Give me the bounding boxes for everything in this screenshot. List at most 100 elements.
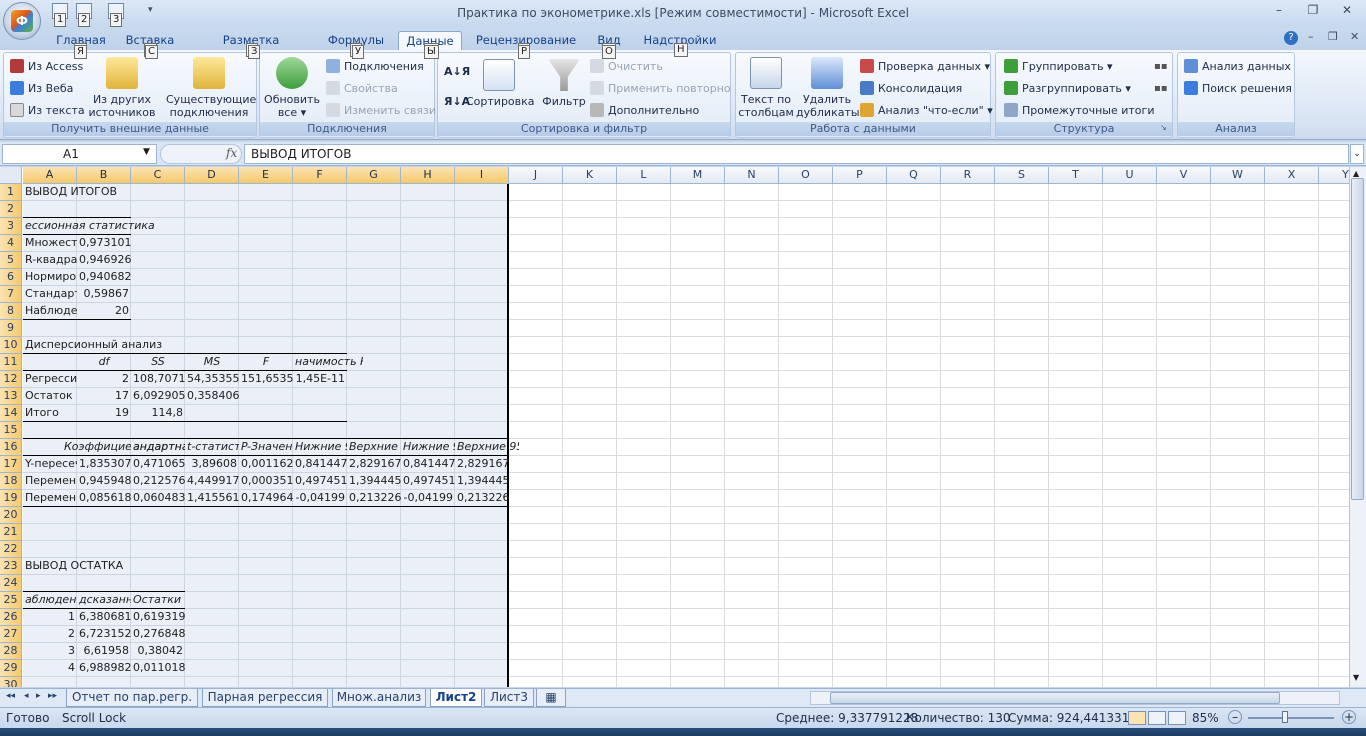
cell-b27[interactable]: 6,723152 xyxy=(77,626,131,643)
row-header[interactable]: 13 xyxy=(0,388,22,405)
cell-c29[interactable]: 0,011018 xyxy=(131,660,185,677)
show-detail-icon[interactable]: ▪▪ xyxy=(1154,61,1168,72)
cell-e18[interactable]: 0,000351 xyxy=(239,473,293,490)
insert-function-icon[interactable]: fx xyxy=(226,146,237,160)
from-web-button[interactable]: Из Веба xyxy=(10,81,73,95)
cell-a10[interactable]: Дисперсионный анализ xyxy=(23,337,223,354)
sheet-tab-list2[interactable]: Лист2 xyxy=(430,689,482,707)
insert-sheet-icon[interactable]: ▦ xyxy=(536,689,566,707)
cell-c26[interactable]: 0,619319 xyxy=(131,609,185,626)
column-header[interactable]: V xyxy=(1157,167,1211,184)
column-header[interactable]: X xyxy=(1265,167,1319,184)
cell-a4[interactable]: Множеств xyxy=(23,235,77,252)
name-box[interactable]: A1 xyxy=(2,144,157,164)
cell-a12[interactable]: Регрессия xyxy=(23,371,77,388)
cell-f16[interactable]: Нижние 95% xyxy=(293,439,347,456)
cell-a19[interactable]: Перемен xyxy=(23,490,77,507)
clear-button[interactable]: Очистить xyxy=(590,59,663,73)
row-header[interactable]: 20 xyxy=(0,507,22,524)
row-header[interactable]: 2 xyxy=(0,201,22,218)
cell-c13[interactable]: 6,092905 xyxy=(131,388,185,405)
cell-d18[interactable]: 4,449917 xyxy=(185,473,239,490)
column-header[interactable]: H xyxy=(401,167,455,184)
doc-close-icon[interactable]: ✕ xyxy=(1350,30,1359,43)
column-header[interactable]: B xyxy=(77,167,131,184)
cell-f11[interactable]: начимость F xyxy=(293,354,363,371)
cell-h16[interactable]: Нижние 95,0% xyxy=(401,439,455,456)
cell-a7[interactable]: Стандарт xyxy=(23,286,77,303)
scroll-down-icon[interactable]: ▼ xyxy=(1353,673,1359,682)
cell-c16-b[interactable]: андартная ошибка xyxy=(131,439,185,456)
cell-a29[interactable]: 4 xyxy=(23,660,77,677)
row-header[interactable]: 12 xyxy=(0,371,22,388)
cell-b12[interactable]: 2 xyxy=(77,371,131,388)
restore-button[interactable]: ❐ xyxy=(1300,3,1326,21)
edit-links-button[interactable]: Изменить связи xyxy=(326,103,436,117)
group-button[interactable]: Группировать ▾ xyxy=(1004,59,1113,73)
row-header[interactable]: 16 xyxy=(0,439,22,456)
cell-b25[interactable]: дсказанное xyxy=(77,592,131,609)
cell-b29[interactable]: 6,988982 xyxy=(77,660,131,677)
zoom-in-icon[interactable]: + xyxy=(1342,710,1356,724)
office-button[interactable]: Ф xyxy=(3,2,41,40)
column-header[interactable]: D xyxy=(185,167,239,184)
cell-c11[interactable]: SS xyxy=(131,354,185,371)
cell-b19[interactable]: 0,085618 xyxy=(77,490,131,507)
cell-e16[interactable]: P-Значение xyxy=(239,439,293,456)
prev-sheet-icon[interactable]: ◂ xyxy=(24,691,29,701)
row-header[interactable]: 19 xyxy=(0,490,22,507)
cell-a13[interactable]: Остаток xyxy=(23,388,77,405)
what-if-button[interactable]: Анализ "что-если" ▾ xyxy=(860,103,993,117)
column-header[interactable]: Q xyxy=(887,167,941,184)
dialog-launcher-icon[interactable]: ↘ xyxy=(1160,123,1167,132)
cell-a26[interactable]: 1 xyxy=(23,609,77,626)
vertical-scroll-thumb[interactable] xyxy=(1351,178,1364,500)
row-header[interactable]: 10 xyxy=(0,337,22,354)
advanced-filter-button[interactable]: Дополнительно xyxy=(590,103,699,117)
cell-g18[interactable]: 1,394445 xyxy=(347,473,401,490)
row-header[interactable]: 9 xyxy=(0,320,22,337)
sort-button[interactable]: Сортировка xyxy=(466,59,535,108)
column-header[interactable]: R xyxy=(941,167,995,184)
cell-c14[interactable]: 114,8 xyxy=(131,405,185,422)
column-header[interactable]: E xyxy=(239,167,293,184)
cell-d11[interactable]: MS xyxy=(185,354,239,371)
sheet-tab-pair-regression[interactable]: Парная регрессия xyxy=(202,689,328,707)
cell-a3[interactable]: ессионная статистика xyxy=(23,218,173,235)
sheet-tab-report[interactable]: Отчет по пар.регр. xyxy=(66,689,198,707)
doc-minimize-icon[interactable]: – xyxy=(1308,30,1314,43)
cell-b4[interactable]: 0,973101 xyxy=(77,235,131,252)
cell-d12[interactable]: 54,35355 xyxy=(185,371,239,388)
cell-c28[interactable]: 0,38042 xyxy=(131,643,185,660)
row-header[interactable]: 21 xyxy=(0,524,22,541)
column-header[interactable]: S xyxy=(995,167,1049,184)
cell-c19[interactable]: 0,060483 xyxy=(131,490,185,507)
row-header[interactable]: 28 xyxy=(0,643,22,660)
cell-h17[interactable]: 0,841447 xyxy=(401,456,455,473)
cell-h19[interactable]: -0,04199 xyxy=(401,490,455,507)
cell-f18[interactable]: 0,497451 xyxy=(293,473,347,490)
row-header[interactable]: 4 xyxy=(0,235,22,252)
existing-connections-button[interactable]: Существующие подключения xyxy=(166,57,256,119)
minimize-button[interactable]: – xyxy=(1266,3,1292,21)
column-header[interactable]: P xyxy=(833,167,887,184)
column-header[interactable]: A xyxy=(23,167,77,184)
cell-a17[interactable]: Y-пересеч xyxy=(23,456,77,473)
row-header[interactable]: 14 xyxy=(0,405,22,422)
remove-duplicates-button[interactable]: Удалить дубликаты xyxy=(796,57,860,119)
cell-i16[interactable]: Верхние 95,0% xyxy=(455,439,519,456)
column-header[interactable]: L xyxy=(617,167,671,184)
cell-a28[interactable]: 3 xyxy=(23,643,77,660)
cell-i17[interactable]: 2,829167 xyxy=(455,456,509,473)
zoom-out-icon[interactable]: – xyxy=(1228,710,1242,724)
column-header[interactable]: U xyxy=(1103,167,1157,184)
column-header[interactable]: J xyxy=(509,167,563,184)
cell-a25[interactable]: аблюдени xyxy=(23,592,77,609)
page-layout-view-icon[interactable] xyxy=(1148,711,1166,725)
row-header[interactable]: 11 xyxy=(0,354,22,371)
next-sheet-icon[interactable]: ▸ xyxy=(36,691,41,701)
column-header[interactable]: C xyxy=(131,167,185,184)
cell-d13[interactable]: 0,358406 xyxy=(185,388,239,405)
data-validation-button[interactable]: Проверка данных ▾ xyxy=(860,59,990,73)
expand-formula-bar-icon[interactable]: ⌄ xyxy=(1350,144,1364,164)
